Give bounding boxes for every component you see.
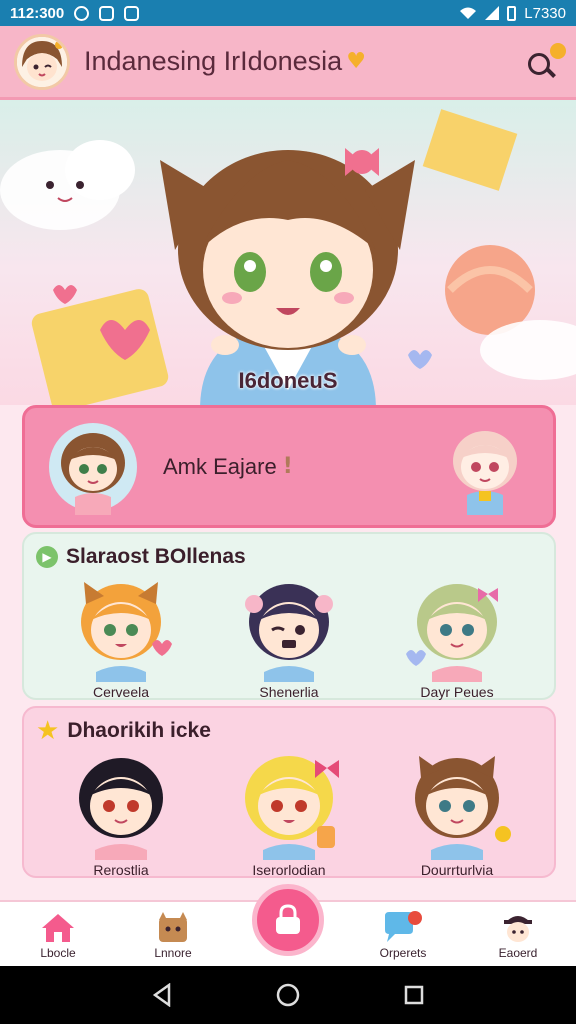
character-card[interactable]: Rerostlia — [46, 748, 196, 878]
featured-character-left — [49, 422, 137, 515]
sync-icon — [74, 5, 90, 21]
home-icon — [42, 914, 74, 942]
character-name: Dayr Peues — [420, 684, 494, 700]
section-one-title: Slaraost BOllenas — [66, 545, 246, 568]
system-navigation-bar — [0, 966, 576, 1024]
app-header: Indanesing IrIdonesia ♥ — [0, 26, 576, 100]
character-card[interactable]: Cerveela — [46, 574, 196, 700]
featured-character-right — [453, 430, 517, 515]
featured-card[interactable]: Amk Eajare ! — [22, 405, 556, 528]
character-name: Iserorlodian — [252, 862, 326, 878]
home-system-icon[interactable] — [275, 982, 301, 1008]
nav-profile[interactable]: Eaoerd — [478, 910, 558, 960]
character-name: Rerostlia — [93, 862, 149, 878]
featured-title: Amk Eajare — [163, 453, 277, 479]
lock-icon — [276, 904, 300, 934]
character-name: Cerveela — [92, 684, 150, 700]
hero-label: I6doneuS — [238, 368, 338, 393]
featured-mark: ! — [282, 454, 293, 479]
character-card[interactable]: Shenerlia — [214, 574, 364, 700]
search-button[interactable] — [524, 42, 566, 81]
character-card[interactable]: Dayr Peues — [382, 574, 532, 700]
status-time: 112:300 — [10, 4, 65, 22]
character-portrait — [79, 758, 163, 860]
heart-icon: ♥ — [346, 49, 366, 74]
back-icon[interactable] — [151, 983, 173, 1007]
hero-banner[interactable]: I6doneuS — [0, 100, 576, 405]
app-notification-icon — [124, 5, 140, 21]
character-portrait — [245, 584, 333, 682]
character-card[interactable]: Iserorlodian — [214, 748, 364, 878]
nav-home[interactable]: Lbocle — [18, 912, 98, 960]
nav-label: Lbocle — [40, 946, 76, 960]
star-icon: ★ — [36, 716, 60, 746]
character-portrait — [81, 582, 172, 682]
status-right-text: L7330 — [524, 4, 566, 22]
nav-label: Eaoerd — [498, 946, 538, 960]
nav-label: Lnnore — [154, 946, 192, 960]
notification-dot — [550, 42, 566, 59]
nav-label: Orperets — [379, 946, 427, 960]
character-portrait — [245, 756, 339, 860]
avatar[interactable] — [14, 33, 70, 90]
wifi-icon — [460, 7, 477, 19]
profile-icon — [504, 916, 532, 942]
section-one: ▶ Slaraost BOllenas Cerveela Shenerlia D… — [22, 532, 556, 700]
nav-second[interactable]: Lnnore — [133, 912, 213, 960]
app-title: Indanesing IrIdonesia — [84, 46, 343, 76]
signal-icon — [485, 6, 500, 20]
status-bar: 112:300 L7330 — [0, 0, 576, 26]
section-two-title: Dhaorikih icke — [67, 719, 211, 742]
chat-icon — [385, 911, 422, 942]
hero-illustration — [0, 109, 576, 405]
character-card[interactable]: Dourrturlvia — [382, 748, 532, 878]
battery-icon — [507, 5, 517, 21]
cat-icon — [159, 912, 187, 942]
notification-icon — [99, 5, 115, 21]
center-action-button[interactable] — [252, 884, 324, 956]
character-portrait — [415, 756, 511, 860]
character-name: Shenerlia — [259, 684, 319, 700]
character-portrait — [406, 584, 498, 682]
character-name: Dourrturlvia — [420, 862, 494, 878]
play-icon: ▶ — [36, 546, 58, 568]
section-two: ★ Dhaorikih icke Rerostlia Iserorlodian … — [22, 706, 556, 878]
recents-icon[interactable] — [403, 984, 425, 1006]
nav-chat[interactable]: Orperets — [363, 910, 443, 960]
